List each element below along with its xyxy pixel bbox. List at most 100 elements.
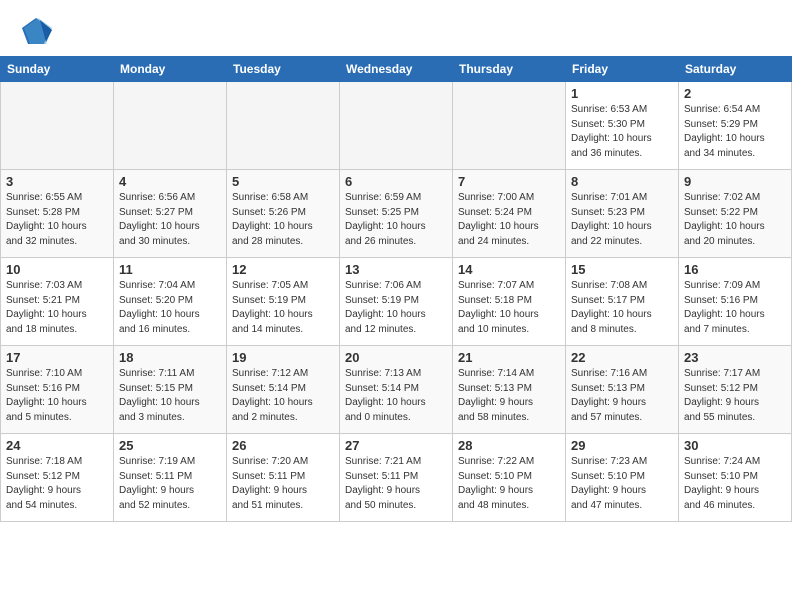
day-number: 18 [119, 350, 221, 365]
day-cell: 24 Sunrise: 7:18 AM Sunset: 5:12 PM Dayli… [1, 434, 114, 522]
day-cell: 21 Sunrise: 7:14 AM Sunset: 5:13 PM Dayli… [453, 346, 566, 434]
weekday-header-monday: Monday [114, 57, 227, 82]
day-number: 26 [232, 438, 334, 453]
week-row-5: 24 Sunrise: 7:18 AM Sunset: 5:12 PM Dayli… [1, 434, 792, 522]
week-row-2: 3 Sunrise: 6:55 AM Sunset: 5:28 PM Daylig… [1, 170, 792, 258]
day-number: 3 [6, 174, 108, 189]
day-number: 10 [6, 262, 108, 277]
day-info: Sunrise: 7:21 AM Sunset: 5:11 PM Dayligh… [345, 455, 447, 513]
day-cell: 3 Sunrise: 6:55 AM Sunset: 5:28 PM Daylig… [1, 170, 114, 258]
header [0, 0, 792, 56]
day-cell: 29 Sunrise: 7:23 AM Sunset: 5:10 PM Dayli… [566, 434, 679, 522]
day-number: 29 [571, 438, 673, 453]
day-cell [227, 82, 340, 170]
day-cell: 9 Sunrise: 7:02 AM Sunset: 5:22 PM Daylig… [679, 170, 792, 258]
weekday-header-friday: Friday [566, 57, 679, 82]
day-number: 23 [684, 350, 786, 365]
day-info: Sunrise: 7:08 AM Sunset: 5:17 PM Dayligh… [571, 279, 673, 337]
day-cell: 2Sunrise: 6:54 AM Sunset: 5:29 PM Daylig… [679, 82, 792, 170]
day-cell: 19 Sunrise: 7:12 AM Sunset: 5:14 PM Dayli… [227, 346, 340, 434]
day-info: Sunrise: 7:23 AM Sunset: 5:10 PM Dayligh… [571, 455, 673, 513]
day-cell: 14 Sunrise: 7:07 AM Sunset: 5:18 PM Dayli… [453, 258, 566, 346]
calendar: SundayMondayTuesdayWednesdayThursdayFrid… [0, 56, 792, 522]
day-cell: 1 Sunrise: 6:53 AM Sunset: 5:30 PM Daylig… [566, 82, 679, 170]
day-info: Sunrise: 7:03 AM Sunset: 5:21 PM Dayligh… [6, 279, 108, 337]
day-number: 30 [684, 438, 786, 453]
day-info: Sunrise: 6:58 AM Sunset: 5:26 PM Dayligh… [232, 191, 334, 249]
day-number: 5 [232, 174, 334, 189]
weekday-header-wednesday: Wednesday [340, 57, 453, 82]
day-info: Sunrise: 7:02 AM Sunset: 5:22 PM Dayligh… [684, 191, 786, 249]
day-number: 4 [119, 174, 221, 189]
weekday-header-row: SundayMondayTuesdayWednesdayThursdayFrid… [1, 57, 792, 82]
day-info: Sunrise: 7:22 AM Sunset: 5:10 PM Dayligh… [458, 455, 560, 513]
day-number: 2 [684, 86, 786, 101]
weekday-header-saturday: Saturday [679, 57, 792, 82]
day-info: Sunrise: 6:55 AM Sunset: 5:28 PM Dayligh… [6, 191, 108, 249]
day-number: 14 [458, 262, 560, 277]
day-cell: 18 Sunrise: 7:11 AM Sunset: 5:15 PM Dayli… [114, 346, 227, 434]
day-cell: 5 Sunrise: 6:58 AM Sunset: 5:26 PM Daylig… [227, 170, 340, 258]
day-number: 17 [6, 350, 108, 365]
weekday-header-tuesday: Tuesday [227, 57, 340, 82]
day-number: 20 [345, 350, 447, 365]
day-number: 16 [684, 262, 786, 277]
day-number: 15 [571, 262, 673, 277]
day-cell: 25 Sunrise: 7:19 AM Sunset: 5:11 PM Dayli… [114, 434, 227, 522]
day-info: Sunrise: 7:11 AM Sunset: 5:15 PM Dayligh… [119, 367, 221, 425]
day-cell: 20 Sunrise: 7:13 AM Sunset: 5:14 PM Dayli… [340, 346, 453, 434]
day-cell: 23 Sunrise: 7:17 AM Sunset: 5:12 PM Dayli… [679, 346, 792, 434]
day-cell: 27 Sunrise: 7:21 AM Sunset: 5:11 PM Dayli… [340, 434, 453, 522]
day-number: 12 [232, 262, 334, 277]
day-info: Sunrise: 7:17 AM Sunset: 5:12 PM Dayligh… [684, 367, 786, 425]
page: SundayMondayTuesdayWednesdayThursdayFrid… [0, 0, 792, 612]
day-number: 11 [119, 262, 221, 277]
day-info: Sunrise: 7:20 AM Sunset: 5:11 PM Dayligh… [232, 455, 334, 513]
day-info: Sunrise: 6:56 AM Sunset: 5:27 PM Dayligh… [119, 191, 221, 249]
day-number: 9 [684, 174, 786, 189]
day-number: 8 [571, 174, 673, 189]
day-info: Sunrise: 7:24 AM Sunset: 5:10 PM Dayligh… [684, 455, 786, 513]
day-cell: 12Sunrise: 7:05 AM Sunset: 5:19 PM Dayli… [227, 258, 340, 346]
day-number: 19 [232, 350, 334, 365]
day-cell [453, 82, 566, 170]
day-info: Sunrise: 7:12 AM Sunset: 5:14 PM Dayligh… [232, 367, 334, 425]
day-number: 28 [458, 438, 560, 453]
day-info: Sunrise: 6:59 AM Sunset: 5:25 PM Dayligh… [345, 191, 447, 249]
day-number: 1 [571, 86, 673, 101]
day-cell [1, 82, 114, 170]
day-cell: 17Sunrise: 7:10 AM Sunset: 5:16 PM Dayli… [1, 346, 114, 434]
day-number: 7 [458, 174, 560, 189]
logo [18, 14, 58, 50]
day-cell: 10 Sunrise: 7:03 AM Sunset: 5:21 PM Dayli… [1, 258, 114, 346]
day-info: Sunrise: 7:09 AM Sunset: 5:16 PM Dayligh… [684, 279, 786, 337]
day-cell: 22Sunrise: 7:16 AM Sunset: 5:13 PM Dayli… [566, 346, 679, 434]
day-info: Sunrise: 7:06 AM Sunset: 5:19 PM Dayligh… [345, 279, 447, 337]
day-number: 24 [6, 438, 108, 453]
day-info: Sunrise: 7:18 AM Sunset: 5:12 PM Dayligh… [6, 455, 108, 513]
day-number: 27 [345, 438, 447, 453]
day-cell: 11 Sunrise: 7:04 AM Sunset: 5:20 PM Dayli… [114, 258, 227, 346]
day-info: Sunrise: 7:07 AM Sunset: 5:18 PM Dayligh… [458, 279, 560, 337]
day-number: 6 [345, 174, 447, 189]
week-row-3: 10 Sunrise: 7:03 AM Sunset: 5:21 PM Dayli… [1, 258, 792, 346]
day-info: Sunrise: 7:00 AM Sunset: 5:24 PM Dayligh… [458, 191, 560, 249]
day-info: Sunrise: 7:04 AM Sunset: 5:20 PM Dayligh… [119, 279, 221, 337]
week-row-4: 17Sunrise: 7:10 AM Sunset: 5:16 PM Dayli… [1, 346, 792, 434]
day-cell: 16 Sunrise: 7:09 AM Sunset: 5:16 PM Dayli… [679, 258, 792, 346]
day-info: Sunrise: 7:14 AM Sunset: 5:13 PM Dayligh… [458, 367, 560, 425]
day-number: 21 [458, 350, 560, 365]
day-info: Sunrise: 7:13 AM Sunset: 5:14 PM Dayligh… [345, 367, 447, 425]
day-cell: 6 Sunrise: 6:59 AM Sunset: 5:25 PM Daylig… [340, 170, 453, 258]
weekday-header-sunday: Sunday [1, 57, 114, 82]
day-number: 25 [119, 438, 221, 453]
day-cell: 26 Sunrise: 7:20 AM Sunset: 5:11 PM Dayli… [227, 434, 340, 522]
day-info: Sunrise: 6:53 AM Sunset: 5:30 PM Dayligh… [571, 103, 673, 161]
day-cell: 28 Sunrise: 7:22 AM Sunset: 5:10 PM Dayli… [453, 434, 566, 522]
day-number: 13 [345, 262, 447, 277]
day-cell [114, 82, 227, 170]
day-cell: 15 Sunrise: 7:08 AM Sunset: 5:17 PM Dayli… [566, 258, 679, 346]
day-cell: 30 Sunrise: 7:24 AM Sunset: 5:10 PM Dayli… [679, 434, 792, 522]
day-info: Sunrise: 7:19 AM Sunset: 5:11 PM Dayligh… [119, 455, 221, 513]
day-cell: 13 Sunrise: 7:06 AM Sunset: 5:19 PM Dayli… [340, 258, 453, 346]
